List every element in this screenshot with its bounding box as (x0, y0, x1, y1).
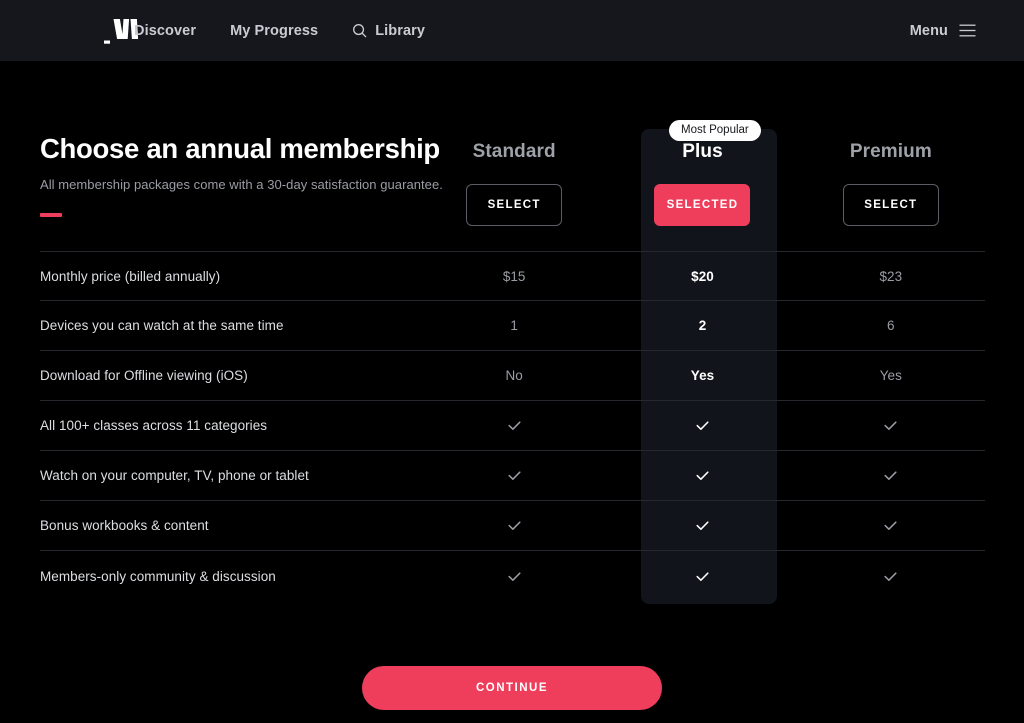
feature-values (420, 501, 985, 551)
feature-values (420, 551, 985, 601)
hamburger-icon (959, 24, 976, 37)
feature-cell-premium: Yes (879, 368, 902, 383)
feature-cell-premium: 6 (887, 318, 895, 333)
feature-label: All 100+ classes across 11 categories (40, 418, 268, 433)
feature-cell-standard (420, 501, 608, 551)
checkmark-icon (508, 571, 521, 581)
accent-divider (40, 213, 62, 217)
table-row: Download for Offline viewing (iOS) No Yes Y… (40, 351, 985, 401)
checkmark-icon (508, 421, 521, 430)
feature-label: Download for Offline viewing (iOS) (40, 368, 248, 383)
table-row: Members-only community & discussion (40, 551, 985, 601)
select-button-standard[interactable]: SELECT (466, 184, 563, 226)
checkmark-icon (696, 521, 709, 530)
feature-label: Monthly price (billed annually) (40, 268, 221, 284)
feature-cell-plus: $20 (691, 268, 714, 284)
checkmark-icon (884, 571, 897, 581)
checkmark-icon (884, 471, 897, 480)
table-row: All 100+ classes across 11 categories (40, 401, 985, 451)
feature-cell-standard: $15 (502, 268, 526, 284)
checkmark-icon (696, 571, 709, 581)
plan-name-plus: Plus (682, 141, 723, 162)
table-row: Devices you can watch at the same time 1 2… (40, 301, 985, 351)
feature-values (420, 451, 985, 501)
nav-link-discover-label: Discover (134, 22, 197, 39)
plan-header-columns: Standard SELECT Plus SELECTED Premium SE… (420, 141, 985, 241)
nav-link-discover[interactable]: Discover (134, 23, 196, 39)
feature-cell-premium (797, 501, 985, 551)
feature-cell-plus: Yes (690, 368, 715, 383)
feature-comparison-table: Monthly price (billed annually) $15 $20 $23… (40, 251, 985, 601)
nav-link-library[interactable]: Library (352, 23, 425, 39)
membership-selection-page: Most Popular Choose an annual membership… (0, 61, 1024, 723)
plan-column-plus: Plus SELECTED (608, 141, 796, 241)
checkmark-icon (508, 521, 521, 530)
feature-cell-plus (608, 401, 796, 451)
feature-label: Devices you can watch at the same time (40, 318, 284, 333)
plan-name-premium: Premium (849, 141, 932, 162)
feature-label: Bonus workbooks & content (40, 518, 209, 533)
feature-values (420, 401, 985, 451)
select-button-plus[interactable]: SELECTED (654, 184, 751, 226)
feature-values: 1 2 6 (420, 301, 985, 351)
checkmark-icon (696, 471, 709, 480)
nav-link-library-label: Library (375, 22, 426, 39)
masterclass-logo[interactable] (50, 16, 139, 46)
feature-cell-standard: No (505, 368, 523, 383)
feature-cell-premium (797, 451, 985, 501)
checkmark-icon (696, 421, 709, 430)
top-navigation-bar: Discover My Progress Library Menu (0, 0, 1024, 61)
feature-cell-standard (420, 401, 608, 451)
feature-cell-plus (608, 501, 796, 551)
feature-cell-plus (608, 551, 796, 601)
checkmark-icon (884, 521, 897, 530)
plan-name-standard: Standard (472, 141, 556, 162)
feature-label: Members-only community & discussion (40, 568, 276, 584)
checkmark-icon (884, 421, 897, 430)
most-popular-badge: Most Popular (669, 120, 761, 141)
checkmark-icon (508, 471, 521, 480)
feature-cell-plus: 2 (698, 318, 707, 333)
nav-link-my-progress-label: My Progress (230, 22, 319, 39)
continue-button[interactable]: CONTINUE (362, 666, 662, 710)
feature-cell-standard: 1 (510, 318, 518, 333)
select-button-premium[interactable]: SELECT (842, 184, 939, 226)
feature-cell-plus (608, 451, 796, 501)
feature-cell-standard (420, 451, 608, 501)
plan-column-standard: Standard SELECT (420, 141, 608, 241)
feature-cell-premium (797, 401, 985, 451)
feature-values: $15 $20 $23 (420, 251, 985, 301)
feature-label: Watch on your computer, TV, phone or tab… (40, 468, 309, 483)
plan-column-premium: Premium SELECT (797, 141, 985, 241)
feature-cell-standard (420, 551, 608, 601)
menu-button-label: Menu (909, 22, 948, 39)
feature-values: No Yes Yes (420, 351, 985, 401)
feature-cell-premium: $23 (879, 268, 903, 284)
feature-cell-premium (797, 551, 985, 601)
nav-link-my-progress[interactable]: My Progress (230, 23, 318, 39)
primary-nav-links: Discover My Progress Library (134, 23, 425, 39)
table-row: Watch on your computer, TV, phone or tab… (40, 451, 985, 501)
table-row: Bonus workbooks & content (40, 501, 985, 551)
menu-button[interactable]: Menu (910, 0, 976, 61)
search-icon (353, 24, 367, 38)
table-row: Monthly price (billed annually) $15 $20 $23 (40, 251, 985, 301)
